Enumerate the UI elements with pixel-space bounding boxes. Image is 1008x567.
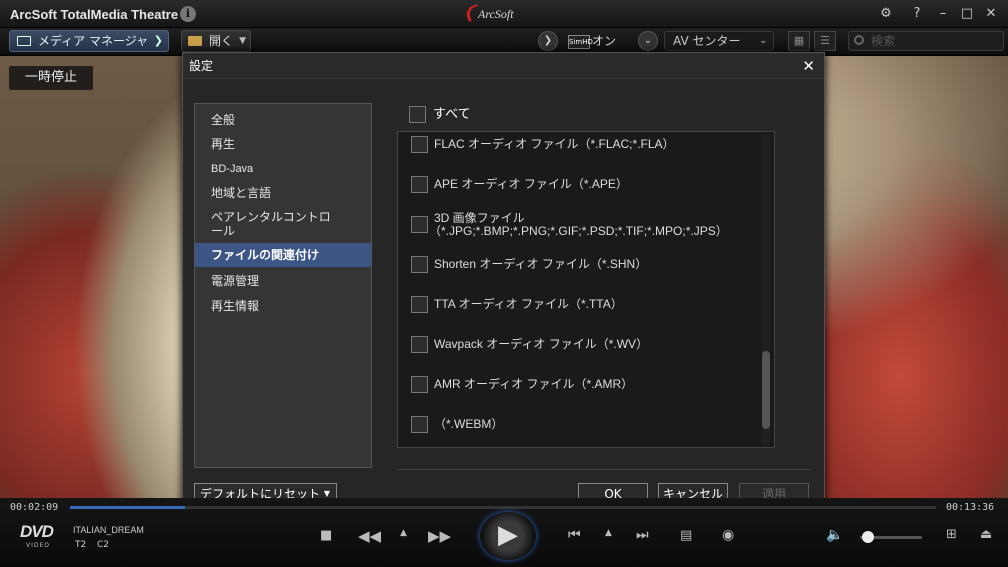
title-bar: ArcSoft TotalMedia Theatre i ArcSoft ⚙ ?… (0, 0, 1008, 28)
maximize-button[interactable]: □ (958, 5, 976, 23)
file-type-list: FLAC オーディオ ファイル（*.FLAC;*.FLA） APE オーディオ … (397, 131, 775, 448)
subtitle-icon[interactable]: ▤ (680, 528, 692, 543)
total-time: 00:13:36 (946, 502, 995, 513)
scrollbar-thumb[interactable] (762, 351, 770, 429)
open-button[interactable]: 開く ▼ (181, 30, 251, 52)
file-type-checkbox[interactable] (411, 256, 428, 273)
fullscreen-icon[interactable]: ⏏ (980, 527, 992, 542)
dvd-logo: DVD (20, 522, 54, 541)
file-type-checkbox[interactable] (411, 376, 428, 393)
nav-item-bd-java[interactable]: BD-Java (195, 159, 371, 179)
seek-progress (70, 506, 186, 509)
app-title: ArcSoft TotalMedia Theatre (10, 7, 179, 22)
audio-mode-value: AV センター (673, 34, 741, 48)
eject-up-icon[interactable]: ▲ (400, 528, 407, 538)
nav-item-playback[interactable]: 再生 (195, 134, 371, 154)
file-type-checkbox[interactable] (411, 416, 428, 433)
previous-chapter-icon[interactable]: ⏮ (568, 527, 581, 543)
volume-icon[interactable]: 🔈 (826, 527, 843, 543)
search-icon (854, 35, 864, 45)
dialog-title: 設定 (189, 59, 214, 73)
settings-gear-icon[interactable]: ⚙ (877, 5, 895, 23)
media-manager-button[interactable]: メディア マネージャ ❯ (9, 30, 169, 52)
menu-up-icon[interactable]: ▲ (605, 528, 612, 538)
file-type-label: APE オーディオ ファイル（*.APE） (434, 177, 628, 191)
help-icon[interactable]: ? (908, 5, 926, 23)
audio-mode-select[interactable]: AV センター ⌄ (664, 31, 774, 51)
file-type-checkbox[interactable] (411, 176, 428, 193)
chevron-down-icon: ⌄ (759, 36, 767, 46)
file-type-label-ext: （*.JPG;*.BMP;*.PNG;*.GIF;*.PSD;*.TIF;*.M… (429, 224, 728, 238)
play-button[interactable]: ▶ (480, 512, 536, 560)
rewind-icon[interactable]: ◀◀ (358, 527, 381, 545)
dropdown-arrow-icon: ▼ (239, 36, 246, 46)
file-list-scrollbar[interactable] (762, 135, 770, 445)
file-type-label: Shorten オーディオ ファイル（*.SHN） (434, 257, 648, 271)
next-chapter-icon[interactable]: ⏭ (636, 527, 649, 543)
folder-icon (188, 36, 202, 46)
chapter-number: C2 (97, 540, 110, 550)
file-type-label: TTA オーディオ ファイル（*.TTA） (434, 297, 623, 311)
audio-track-icon[interactable]: ◉ (722, 527, 734, 543)
search-placeholder: 検索 (871, 34, 896, 48)
dvd-video-text: VIDEO (26, 542, 51, 549)
nav-item-region-language[interactable]: 地域と言語 (195, 183, 371, 203)
simhd-state: オン (592, 34, 617, 48)
close-window-button[interactable]: ✕ (982, 5, 1000, 23)
file-type-label: FLAC オーディオ ファイル（*.FLAC;*.FLA） (434, 137, 675, 151)
chevron-right-circle-icon[interactable]: ❯ (538, 31, 558, 51)
list-view-icon[interactable]: ☰ (814, 31, 836, 51)
divider (397, 469, 811, 470)
nav-item-playback-info[interactable]: 再生情報 (195, 296, 371, 316)
chevron-down-circle-icon[interactable]: ⌄ (638, 31, 658, 51)
media-manager-label: メディア マネージャ (38, 34, 149, 48)
nav-item-power-management[interactable]: 電源管理 (195, 271, 371, 291)
settings-dialog: 設定 ✕ 全般 再生 BD-Java 地域と言語 ペアレンタルコントロール ファ… (182, 52, 825, 517)
disc-title: ITALIAN_DREAM (73, 525, 144, 535)
file-type-label: AMR オーディオ ファイル（*.AMR） (434, 377, 634, 391)
stop-icon[interactable]: ■ (320, 528, 332, 543)
file-type-label: （*.WEBM） (434, 417, 504, 431)
search-input[interactable]: 検索 (848, 31, 1004, 51)
nav-item-file-association[interactable]: ファイルの関連付け (195, 243, 371, 267)
open-label: 開く (209, 34, 234, 48)
file-type-checkbox[interactable] (411, 216, 428, 233)
nav-item-parental-control[interactable]: ペアレンタルコントロール (195, 210, 371, 240)
grid-view-icon[interactable]: ▦ (788, 31, 810, 51)
chevron-right-icon: ❯ (153, 34, 163, 47)
elapsed-time: 00:02:09 (10, 502, 59, 513)
settings-nav: 全般 再生 BD-Java 地域と言語 ペアレンタルコントロール ファイルの関連… (194, 103, 372, 468)
simhd-toggle[interactable]: SimHDオン (568, 31, 630, 51)
select-all-label: すべて (433, 107, 471, 122)
brand-logo-text: ArcSoft (478, 7, 514, 21)
fast-forward-icon[interactable]: ▶▶ (428, 527, 451, 545)
simhd-badge: SimHD (568, 34, 593, 49)
nav-item-general[interactable]: 全般 (195, 110, 371, 130)
monitor-icon (17, 36, 31, 46)
file-type-checkbox[interactable] (411, 136, 428, 153)
info-icon[interactable]: i (180, 6, 196, 22)
volume-knob[interactable] (862, 531, 874, 543)
player-controls: 00:02:09 00:13:36 DVD VIDEO ITALIAN_DREA… (0, 498, 1008, 567)
minimize-button[interactable]: – (934, 5, 952, 23)
close-icon[interactable]: ✕ (802, 57, 815, 75)
pause-status-label: 一時停止 (9, 66, 93, 90)
dialog-title-bar: 設定 (183, 53, 824, 79)
file-type-checkbox[interactable] (411, 296, 428, 313)
file-type-checkbox[interactable] (411, 336, 428, 353)
file-type-label: Wavpack オーディオ ファイル（*.WV） (434, 337, 649, 351)
select-all-checkbox[interactable] (409, 106, 426, 123)
zoom-icon[interactable]: ⊞ (946, 527, 957, 542)
title-number: T2 (75, 540, 87, 550)
seek-bar[interactable] (70, 506, 936, 509)
